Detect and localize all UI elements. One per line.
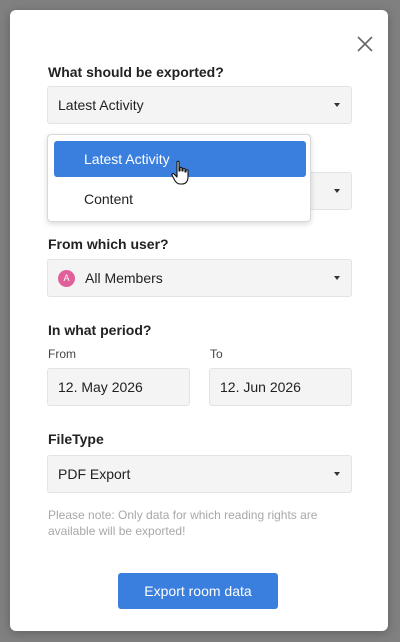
hand-cursor-icon — [171, 160, 189, 185]
export-dialog: What should be exported? Latest Activity… — [10, 10, 388, 631]
user-select[interactable]: A All Members — [47, 259, 352, 297]
filetype-value: PDF Export — [58, 466, 131, 482]
to-date-input[interactable]: 12. Jun 2026 — [209, 368, 352, 406]
chevron-down-icon — [334, 103, 340, 107]
from-label: From — [48, 347, 76, 361]
export-type-value: Latest Activity — [58, 97, 144, 113]
chevron-down-icon — [334, 472, 340, 476]
period-label: In what period? — [48, 322, 152, 338]
avatar: A — [58, 270, 75, 287]
chevron-down-icon — [334, 276, 340, 280]
export-type-label: What should be exported? — [48, 64, 224, 80]
export-note: Please note: Only data for which reading… — [48, 508, 318, 538]
close-icon[interactable] — [355, 34, 375, 54]
from-date-input[interactable]: 12. May 2026 — [47, 368, 190, 406]
export-room-data-button[interactable]: Export room data — [118, 573, 278, 609]
chevron-down-icon — [334, 189, 340, 193]
filetype-label: FileType — [48, 431, 104, 447]
user-value: All Members — [85, 270, 163, 286]
filetype-select[interactable]: PDF Export — [47, 455, 352, 493]
modal-backdrop: What should be exported? Latest Activity… — [0, 0, 400, 642]
to-label: To — [210, 347, 223, 361]
dropdown-option-content[interactable]: Content — [54, 181, 306, 217]
export-type-select[interactable]: Latest Activity — [47, 86, 352, 124]
user-label: From which user? — [48, 236, 169, 252]
